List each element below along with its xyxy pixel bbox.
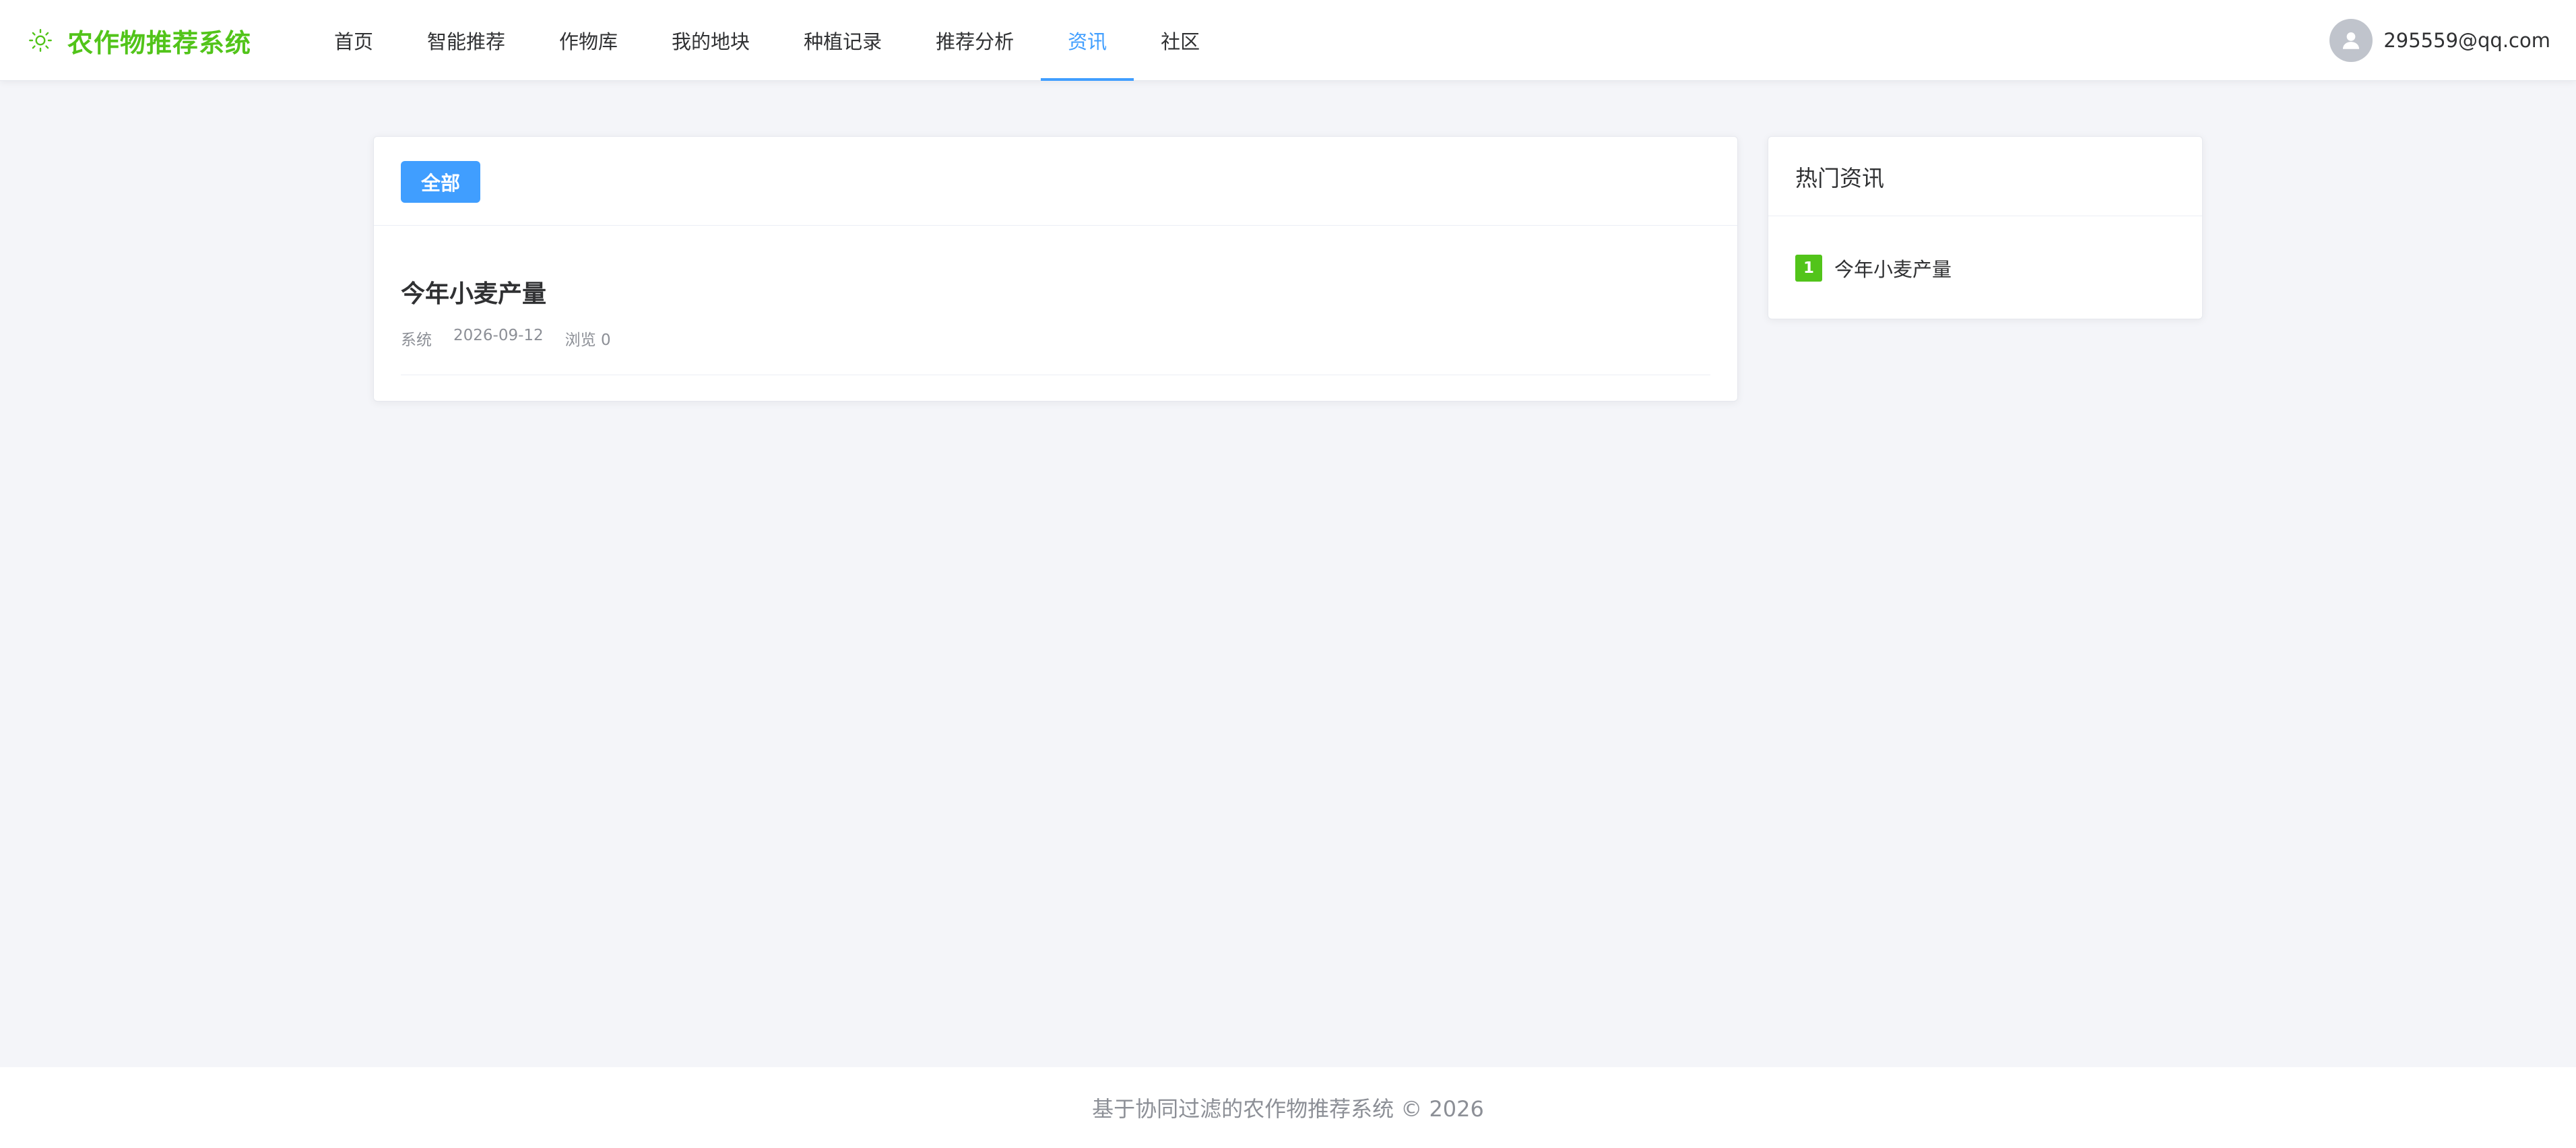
news-list-item[interactable]: 今年小麦产量 系统 2026-09-12 浏览 0 <box>401 226 1710 375</box>
news-list-card: 全部 今年小麦产量 系统 2026-09-12 浏览 0 <box>373 136 1738 402</box>
nav-item-home[interactable]: 首页 <box>307 0 400 81</box>
hot-news-item[interactable]: 1 今年小麦产量 <box>1768 216 2202 320</box>
hot-news-rank-badge: 1 <box>1795 255 1822 282</box>
news-views: 浏览 0 <box>565 331 611 349</box>
hot-news-title: 热门资讯 <box>1768 137 2202 216</box>
news-date: 2026-09-12 <box>453 327 544 344</box>
page-footer: 基于协同过滤的农作物推荐系统 © 2026 <box>0 1067 2576 1148</box>
nav-item-planting-records[interactable]: 种植记录 <box>777 0 909 81</box>
category-filter-bar: 全部 <box>374 137 1737 226</box>
user-avatar-icon[interactable] <box>2329 19 2373 62</box>
main-nav: 首页 智能推荐 作物库 我的地块 种植记录 推荐分析 资讯 社区 <box>307 0 1227 81</box>
news-title[interactable]: 今年小麦产量 <box>401 274 1710 309</box>
app-logo[interactable]: 农作物推荐系统 <box>26 20 251 61</box>
filter-all-button[interactable]: 全部 <box>401 161 480 203</box>
nav-item-news[interactable]: 资讯 <box>1041 0 1134 81</box>
nav-item-community[interactable]: 社区 <box>1134 0 1227 81</box>
sun-icon <box>26 26 55 55</box>
user-menu[interactable]: 295559@qq.com <box>2329 19 2550 62</box>
top-header: 农作物推荐系统 首页 智能推荐 作物库 我的地块 种植记录 推荐分析 资讯 社区… <box>0 0 2576 81</box>
news-meta: 系统 2026-09-12 浏览 0 <box>401 327 1710 350</box>
hot-news-item-title[interactable]: 今年小麦产量 <box>1834 254 1952 282</box>
footer-text: 基于协同过滤的农作物推荐系统 © 2026 <box>1092 1096 1484 1122</box>
nav-item-crop-library[interactable]: 作物库 <box>532 0 645 81</box>
hot-news-card: 热门资讯 1 今年小麦产量 <box>1768 136 2203 319</box>
nav-item-smart-recommend[interactable]: 智能推荐 <box>400 0 532 81</box>
app-title: 农作物推荐系统 <box>67 28 252 58</box>
news-author: 系统 <box>401 331 432 349</box>
nav-item-recommend-analysis[interactable]: 推荐分析 <box>909 0 1041 81</box>
nav-item-my-plots[interactable]: 我的地块 <box>645 0 777 81</box>
user-email[interactable]: 295559@qq.com <box>2383 29 2550 52</box>
